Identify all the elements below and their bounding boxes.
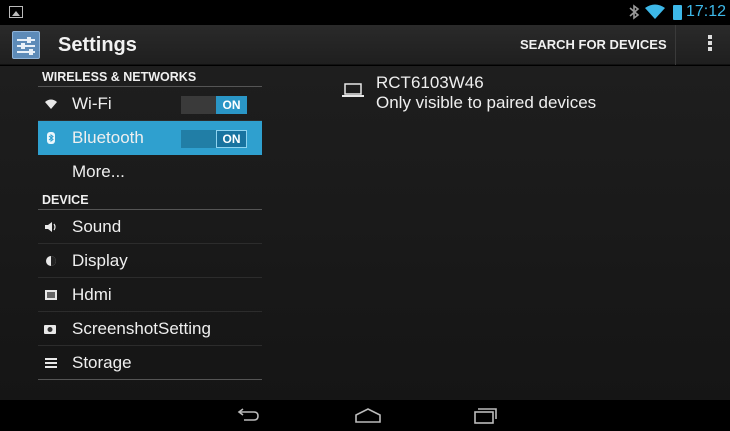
storage-icon [45, 358, 57, 368]
display-icon [46, 256, 56, 266]
settings-item-display[interactable]: Display [38, 244, 262, 278]
section-header-wireless: WIRELESS & NETWORKS [38, 66, 262, 87]
gallery-icon [9, 6, 23, 18]
settings-item-label: Bluetooth [72, 128, 144, 147]
wifi-icon [645, 4, 665, 19]
settings-item-bluetooth[interactable]: Bluetooth ON [38, 121, 262, 155]
search-for-devices-button[interactable]: SEARCH FOR DEVICES [512, 25, 676, 65]
settings-item-label: ScreenshotSetting [72, 319, 211, 338]
settings-item-more[interactable]: More... [38, 155, 262, 189]
device-visibility-status: Only visible to paired devices [376, 93, 597, 112]
settings-item-label: Storage [72, 353, 132, 372]
camera-icon [44, 325, 56, 334]
settings-item-wifi[interactable]: Wi-Fi ON [38, 87, 262, 121]
hdmi-icon [45, 290, 57, 300]
recents-icon[interactable] [469, 406, 499, 426]
status-bar: 17:12 [0, 0, 730, 25]
page-title: Settings [58, 34, 137, 56]
bluetooth-icon [629, 4, 640, 20]
laptop-icon [342, 83, 364, 97]
sound-icon [45, 222, 56, 232]
clock: 17:12 [686, 3, 727, 20]
device-name: RCT6103W46 [376, 73, 484, 92]
settings-app-icon[interactable] [12, 31, 40, 59]
settings-item-label: Wi-Fi [72, 94, 112, 113]
toggle-state: ON [216, 96, 247, 114]
settings-item-label: Sound [72, 217, 122, 236]
overflow-menu-icon[interactable] [700, 35, 720, 55]
settings-item-label: More... [72, 162, 125, 181]
settings-item-screenshot[interactable]: ScreenshotSetting [38, 312, 262, 346]
action-bar: Settings SEARCH FOR DEVICES [0, 25, 730, 65]
bluetooth-icon [47, 132, 55, 144]
bluetooth-toggle[interactable]: ON [181, 130, 247, 148]
home-icon[interactable] [353, 406, 383, 426]
content-area: WIRELESS & NETWORKS Wi-Fi ON Bluetooth O… [0, 66, 730, 400]
battery-icon [673, 5, 682, 20]
settings-item-label: Display [72, 251, 128, 270]
settings-list: WIRELESS & NETWORKS Wi-Fi ON Bluetooth O… [38, 66, 262, 380]
settings-item-label: Hdmi [72, 285, 112, 304]
navigation-bar [0, 400, 730, 431]
toggle-state: ON [216, 130, 247, 148]
settings-item-sound[interactable]: Sound [38, 210, 262, 244]
wifi-toggle[interactable]: ON [181, 96, 247, 114]
back-icon[interactable] [232, 406, 262, 426]
section-header-device: DEVICE [38, 189, 262, 210]
settings-item-storage[interactable]: Storage [38, 346, 262, 380]
wifi-icon [45, 99, 57, 109]
settings-item-hdmi[interactable]: Hdmi [38, 278, 262, 312]
